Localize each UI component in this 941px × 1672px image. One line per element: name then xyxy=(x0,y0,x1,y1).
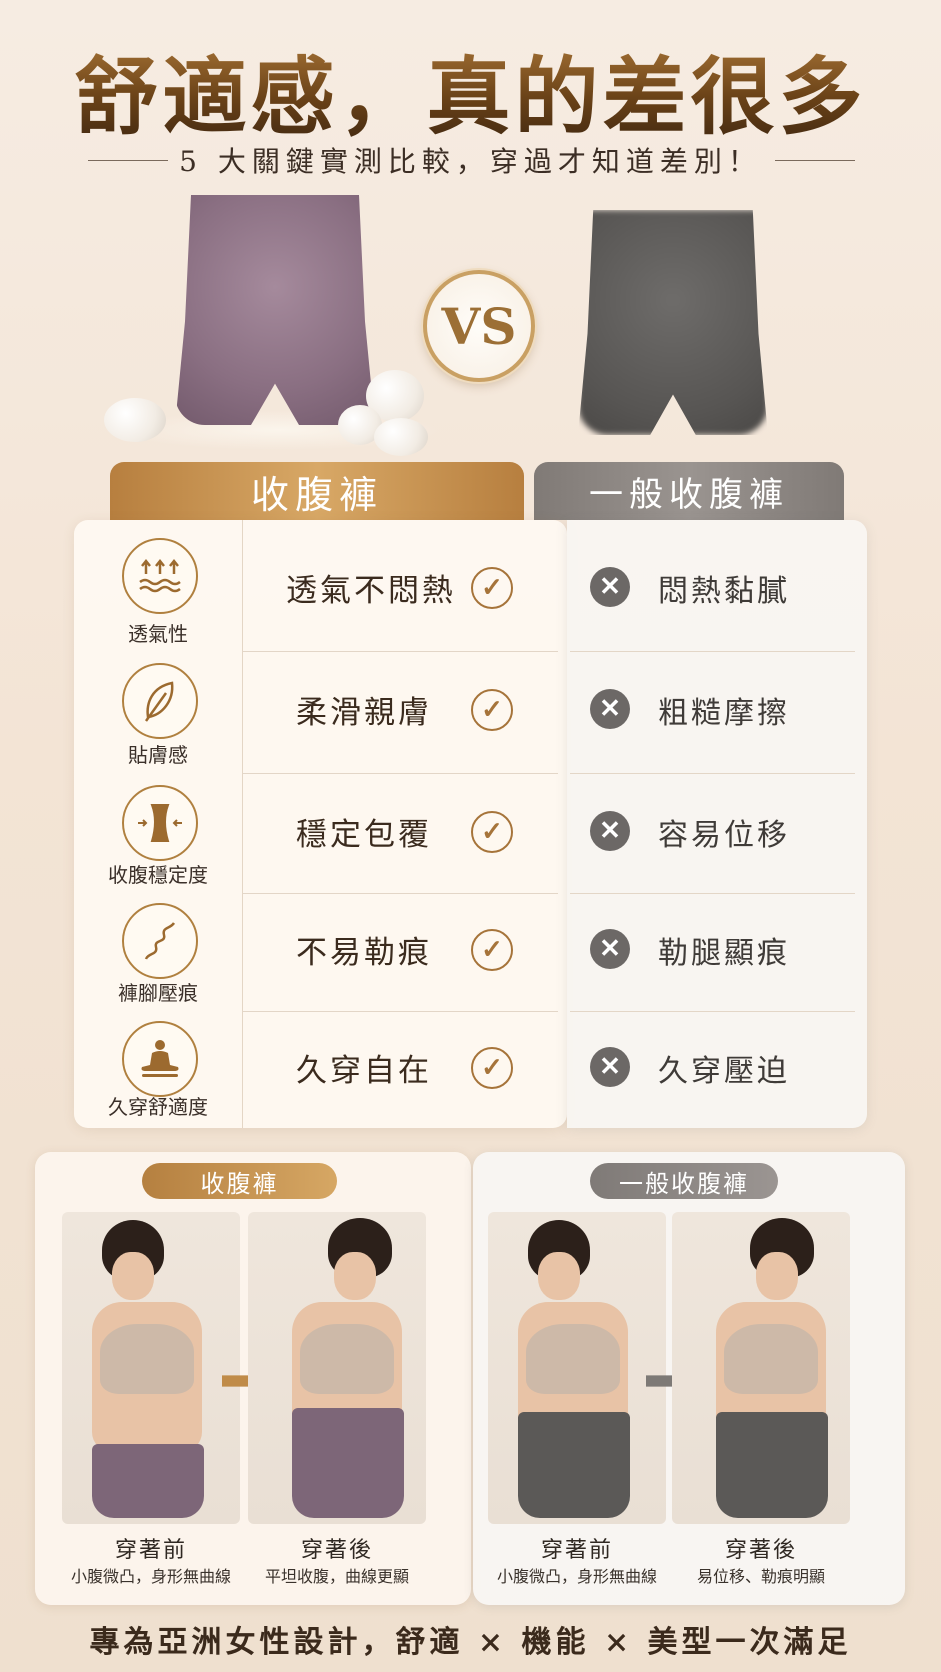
row-divider xyxy=(570,651,855,652)
comparison-row: 透氣性 透氣不悶熱 ✓ ✕ 悶熱黏膩 xyxy=(74,523,867,646)
check-icon: ✓ xyxy=(471,929,513,971)
cross-icon: ✕ xyxy=(590,1047,630,1087)
air-flow-icon xyxy=(122,538,198,614)
card-pill-regular: 一般收腹褲 xyxy=(590,1163,778,1199)
feather-icon xyxy=(122,663,198,739)
model-photo-before xyxy=(62,1212,240,1524)
meditation-icon xyxy=(122,1021,198,1097)
check-icon: ✓ xyxy=(471,1047,513,1089)
regular-pants-image xyxy=(578,210,768,435)
page-title: 舒適感，真的差很多 xyxy=(0,30,941,151)
product-benefit: 柔滑親膚 xyxy=(296,695,432,731)
regular-drawback: 悶熱黏膩 xyxy=(658,574,790,609)
wave-line-icon xyxy=(122,903,198,979)
column-header-regular: 一般收腹褲 xyxy=(534,462,844,520)
product-benefit: 穩定包覆 xyxy=(296,817,432,853)
model-photo-after xyxy=(672,1212,850,1524)
row-divider xyxy=(570,893,855,894)
product-benefit: 久穿自在 xyxy=(296,1053,432,1089)
model-photo-before xyxy=(488,1212,666,1524)
caption-desc: 小腹微凸，身形無曲線 xyxy=(496,1567,657,1586)
caption-desc: 易位移、勒痕明顯 xyxy=(696,1567,825,1586)
regular-drawback: 容易位移 xyxy=(658,818,790,853)
column-header-product: 收腹褲 xyxy=(110,462,524,520)
row-divider xyxy=(570,773,855,774)
footer-slogan: 專為亞洲女性設計，舒適 × 機能 × 美型一次滿足 xyxy=(89,1625,852,1660)
row-divider xyxy=(242,1011,558,1012)
feature-label: 久穿舒適度 xyxy=(108,1095,208,1119)
waist-icon xyxy=(122,785,198,861)
feature-label: 收腹穩定度 xyxy=(108,863,208,887)
row-divider xyxy=(242,773,558,774)
caption-title: 穿著前 xyxy=(540,1538,613,1563)
card-pill-product: 收腹褲 xyxy=(142,1163,337,1199)
caption-desc: 平坦收腹，曲線更顯 xyxy=(264,1567,409,1586)
cross-icon: ✕ xyxy=(590,567,630,607)
feature-label: 貼膚感 xyxy=(128,743,188,767)
comparison-row: 貼膚感 柔滑親膚 ✓ ✕ 粗糙摩擦 xyxy=(74,653,867,773)
caption-desc: 小腹微凸，身形無曲線 xyxy=(70,1567,231,1586)
row-divider xyxy=(242,893,558,894)
check-icon: ✓ xyxy=(471,811,513,853)
product-benefit: 不易勒痕 xyxy=(296,935,432,971)
silk-cocoon xyxy=(104,398,166,442)
comparison-row: 久穿舒適度 久穿自在 ✓ ✕ 久穿壓迫 xyxy=(74,1013,867,1133)
silk-cocoon xyxy=(374,418,428,456)
check-icon: ✓ xyxy=(471,689,513,731)
comparison-row: 收腹穩定度 穩定包覆 ✓ ✕ 容易位移 xyxy=(74,775,867,895)
vs-badge: VS xyxy=(423,270,535,382)
regular-drawback: 勒腿顯痕 xyxy=(658,936,790,971)
cross-icon: ✕ xyxy=(590,689,630,729)
row-divider xyxy=(242,651,558,652)
cross-icon: ✕ xyxy=(590,811,630,851)
check-icon: ✓ xyxy=(471,567,513,609)
model-photo-after xyxy=(248,1212,426,1524)
caption-title: 穿著後 xyxy=(300,1538,373,1563)
feature-label: 褲腳壓痕 xyxy=(118,981,198,1005)
product-benefit: 透氣不悶熱 xyxy=(286,573,456,609)
comparison-row: 褲腳壓痕 不易勒痕 ✓ ✕ 勒腿顯痕 xyxy=(74,895,867,1015)
subtitle-right-rule xyxy=(775,160,855,161)
shaping-pants-image xyxy=(175,195,375,425)
feature-label: 透氣性 xyxy=(128,622,188,646)
row-divider xyxy=(570,1011,855,1012)
cross-icon: ✕ xyxy=(590,929,630,969)
regular-drawback: 粗糙摩擦 xyxy=(658,696,790,731)
caption-title: 穿著前 xyxy=(114,1538,187,1563)
caption-title: 穿著後 xyxy=(724,1538,797,1563)
regular-drawback: 久穿壓迫 xyxy=(658,1054,790,1089)
